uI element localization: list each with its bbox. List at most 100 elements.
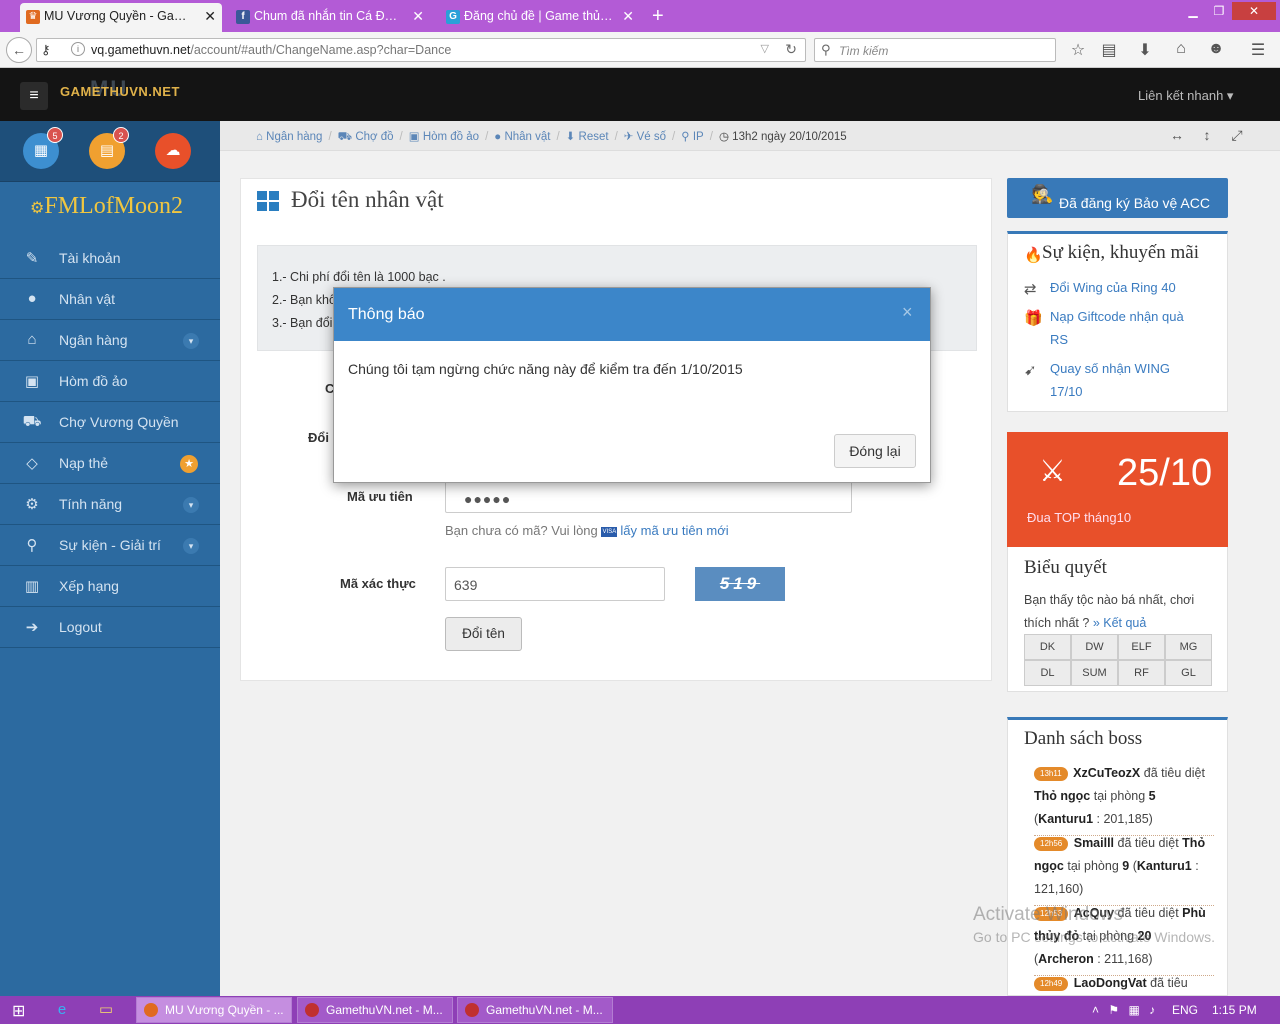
internet-explorer-icon[interactable]: e (52, 1000, 72, 1020)
sidebar-item-2[interactable]: ⌂ Ngân hàng ▾ (0, 320, 220, 361)
tribe-button-mg[interactable]: MG (1165, 634, 1212, 660)
tribe-button-dw[interactable]: DW (1071, 634, 1118, 660)
chevron-up-icon[interactable]: ˄ (1092, 1003, 1099, 1017)
volume-icon[interactable]: ♪ (1149, 1003, 1155, 1017)
windows-logo-icon (257, 191, 279, 211)
expand-vertical-icon[interactable]: ↕ (1196, 127, 1218, 143)
sidebar-item-8[interactable]: ▥ Xếp hạng (0, 566, 220, 607)
activation-watermark-text: Go to PC settings to activate Windows. (973, 929, 1215, 945)
taskbar-task[interactable]: MU Vương Quyền - ... (136, 997, 292, 1023)
sidebar-item-3[interactable]: ▣ Hòm đồ ảo (0, 361, 220, 402)
event-link[interactable]: Đổi Wing của Ring 40 (1050, 276, 1220, 299)
url-bar[interactable]: ⚷ i vq.gamethuvn.net/account/#auth/Chang… (36, 38, 806, 62)
breadcrumb-icon: ✈ (623, 131, 637, 143)
captcha-image[interactable]: 519 (695, 567, 785, 601)
restore-icon[interactable]: ❐ (1206, 2, 1232, 20)
hamburger-menu-icon[interactable]: ≡ (20, 82, 48, 110)
download-icon[interactable]: ⬇ (1135, 40, 1155, 60)
tribe-button-dl[interactable]: DL (1024, 660, 1071, 686)
fullscreen-icon[interactable]: ⤢ (1226, 127, 1248, 144)
sidebar-item-5[interactable]: ◇ Nạp thẻ ★ (0, 443, 220, 484)
boss-map: Kanturu1 (1038, 812, 1094, 826)
close-tab-icon[interactable]: ✕ (204, 3, 216, 30)
taskbar-task[interactable]: GamethuVN.net - M... (457, 997, 613, 1023)
browser-tab-0[interactable]: ♛ MU Vương Quyền - Game... ✕ (20, 3, 222, 32)
tribe-button-rf[interactable]: RF (1118, 660, 1165, 686)
tribe-button-sum[interactable]: SUM (1071, 660, 1118, 686)
sidebar-item-0[interactable]: ✎ Tài khoản (0, 238, 220, 279)
sidebar-item-1[interactable]: ● Nhân vật (0, 279, 220, 320)
activation-watermark-title: Activate Windows (973, 904, 1123, 925)
dropdown-arrow-icon[interactable]: ▽ (761, 42, 769, 55)
expand-horizontal-icon[interactable]: ↔ (1166, 127, 1188, 143)
breadcrumb-item-0[interactable]: ⌂ Ngân hàng (256, 131, 322, 143)
browser-tab-2[interactable]: G Đăng chủ đề | Game thủ V... ✕ (440, 3, 640, 32)
chat-shortcut[interactable]: ☁ (155, 133, 191, 169)
reading-list-icon[interactable]: ▤ (1099, 40, 1119, 60)
news-shortcut[interactable]: ▤ 2 (89, 127, 129, 169)
calendar-shortcut[interactable]: ▦ 5 (23, 127, 63, 169)
breadcrumb-item-6[interactable]: ⚲ IP (681, 131, 704, 143)
home-icon[interactable]: ⌂ (1171, 40, 1191, 58)
back-arrow-icon[interactable]: ← (6, 37, 32, 63)
chat-icon[interactable]: ☻ (1206, 40, 1226, 58)
event-link[interactable]: Quay số nhận WING 17/10 (1050, 357, 1180, 403)
poll-result-link[interactable]: » Kết quả (1093, 616, 1147, 630)
flag-icon[interactable]: ⚑ (1108, 1003, 1119, 1017)
language-indicator[interactable]: ENG (1172, 1003, 1198, 1017)
breadcrumb-item-2[interactable]: ▣ Hòm đồ ảo (409, 131, 479, 143)
breadcrumb-item-4[interactable]: ⬇ Reset (566, 131, 609, 143)
sidebar-item-icon: ⛟ (22, 413, 42, 430)
captcha-input[interactable]: 639 (445, 567, 665, 601)
sidebar-item-9[interactable]: ➔ Logout (0, 607, 220, 648)
network-icon[interactable]: ▦ (1128, 1003, 1139, 1017)
taskbar-task[interactable]: GamethuVN.net - M... (297, 997, 453, 1023)
event-link[interactable]: Nạp Giftcode nhận quà RS (1050, 305, 1190, 351)
sidebar-item-icon: ⚙ (25, 496, 39, 513)
rename-submit-button[interactable]: Đổi tên (445, 617, 522, 651)
reload-icon[interactable]: ↻ (785, 41, 797, 58)
site-logo[interactable]: MU GAMETHUVN.NET (60, 76, 180, 101)
breadcrumb-item-3[interactable]: ● Nhân vật (494, 131, 550, 143)
browser-nav-bar: ← ⚷ i vq.gamethuvn.net/account/#auth/Cha… (0, 32, 1280, 68)
new-tab-button[interactable]: + (652, 4, 664, 28)
chevron-down-icon[interactable]: ▾ (183, 538, 199, 554)
tribe-button-elf[interactable]: ELF (1118, 634, 1165, 660)
get-priority-code-link[interactable]: lấy mã ưu tiên mới (620, 523, 728, 538)
dialog-close-button[interactable]: Đóng lại (834, 434, 916, 468)
file-explorer-icon[interactable]: ▭ (96, 1000, 116, 1020)
breadcrumb-item-1[interactable]: ⛟ Chợ đồ (338, 131, 394, 143)
breadcrumb-item-5[interactable]: ✈ Vé số (624, 131, 666, 143)
breadcrumb-separator: / (556, 131, 560, 143)
sidebar-item-4[interactable]: ⛟ Chợ Vương Quyền (0, 402, 220, 443)
sidebar-item-6[interactable]: ⚙ Tính năng ▾ (0, 484, 220, 525)
minimize-icon[interactable]: ▁ (1180, 2, 1206, 20)
tribe-button-gl[interactable]: GL (1165, 660, 1212, 686)
promo-banner[interactable]: ⚔ 25/10 Đua TOP tháng10 (1007, 432, 1228, 547)
priority-code-input[interactable]: ●●●●● (445, 481, 852, 513)
search-box[interactable]: ⚲ Tìm kiếm (814, 38, 1056, 62)
close-icon[interactable]: × (902, 302, 913, 323)
sidebar-item-icon: ● (27, 290, 37, 307)
clock[interactable]: 1:15 PM (1212, 1003, 1257, 1017)
close-tab-icon[interactable]: ✕ (412, 3, 424, 30)
browser-tab-1[interactable]: f Chum đã nhắn tin Cá Độ ... ✕ (230, 3, 430, 32)
tribe-button-dk[interactable]: DK (1024, 634, 1071, 660)
quick-link-dropdown[interactable]: Liên kết nhanh ▾ (1138, 88, 1233, 104)
firefox-icon (144, 1003, 158, 1017)
boss-kill-text: đã tiêu (1150, 976, 1188, 990)
close-window-icon[interactable]: ✕ (1232, 2, 1276, 20)
windows-start-icon[interactable]: ⊞ (12, 1001, 25, 1021)
info-icon[interactable]: i (71, 42, 85, 56)
sidebar-item-7[interactable]: ⚲ Sự kiện - Giải trí ▾ (0, 525, 220, 566)
g-favicon-icon: G (446, 10, 460, 24)
menu-icon[interactable]: ☰ (1248, 40, 1268, 60)
bookmark-star-icon[interactable]: ☆ (1068, 40, 1088, 60)
sidebar-item-label: Logout (59, 619, 102, 635)
breadcrumb-separator: / (485, 131, 489, 143)
chevron-down-icon[interactable]: ▾ (183, 497, 199, 513)
chevron-down-icon[interactable]: ▾ (183, 333, 199, 349)
caret-down-icon: ▾ (1226, 88, 1234, 103)
close-tab-icon[interactable]: ✕ (622, 3, 634, 30)
account-protection-button[interactable]: 🕵 Đã đăng ký Bảo vệ ACC (1007, 178, 1228, 218)
